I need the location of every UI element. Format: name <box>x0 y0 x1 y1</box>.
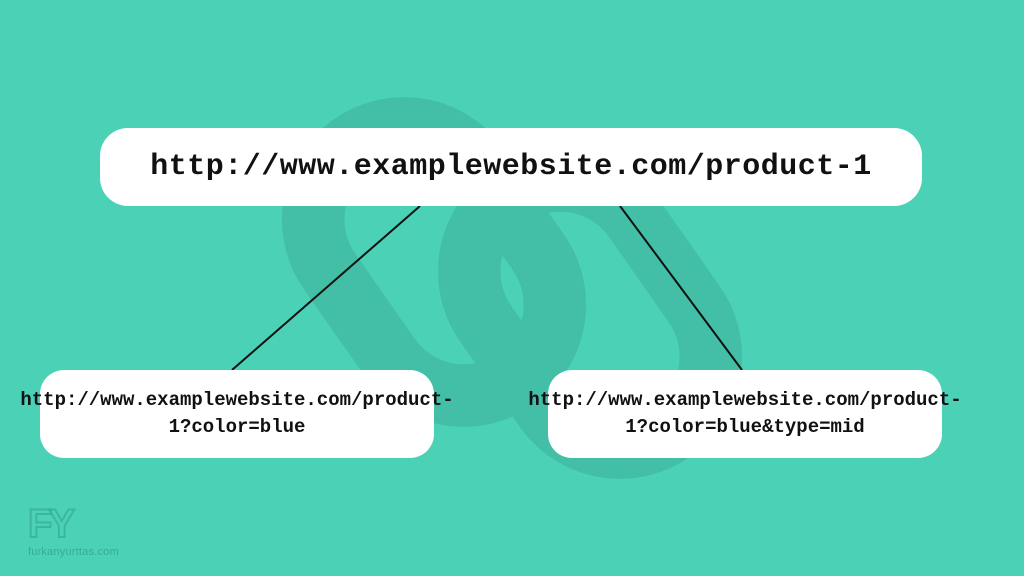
parent-url-box: http://www.examplewebsite.com/product-1 <box>100 128 922 206</box>
child-url-box-left: http://www.examplewebsite.com/product-1?… <box>40 370 434 458</box>
chain-link-icon <box>252 28 772 548</box>
child-url-right-text: http://www.examplewebsite.com/product-1?… <box>528 387 961 440</box>
child-url-box-right: http://www.examplewebsite.com/product-1?… <box>548 370 942 458</box>
connector-lines <box>0 0 1024 576</box>
parent-url-text: http://www.examplewebsite.com/product-1 <box>150 150 872 184</box>
watermark: FY furkanyurttas.com <box>28 504 119 558</box>
watermark-domain: furkanyurttas.com <box>28 546 119 558</box>
diagram-stage: http://www.examplewebsite.com/product-1 … <box>0 0 1024 576</box>
child-url-left-text: http://www.examplewebsite.com/product-1?… <box>20 387 453 440</box>
watermark-initials: FY <box>28 504 71 544</box>
